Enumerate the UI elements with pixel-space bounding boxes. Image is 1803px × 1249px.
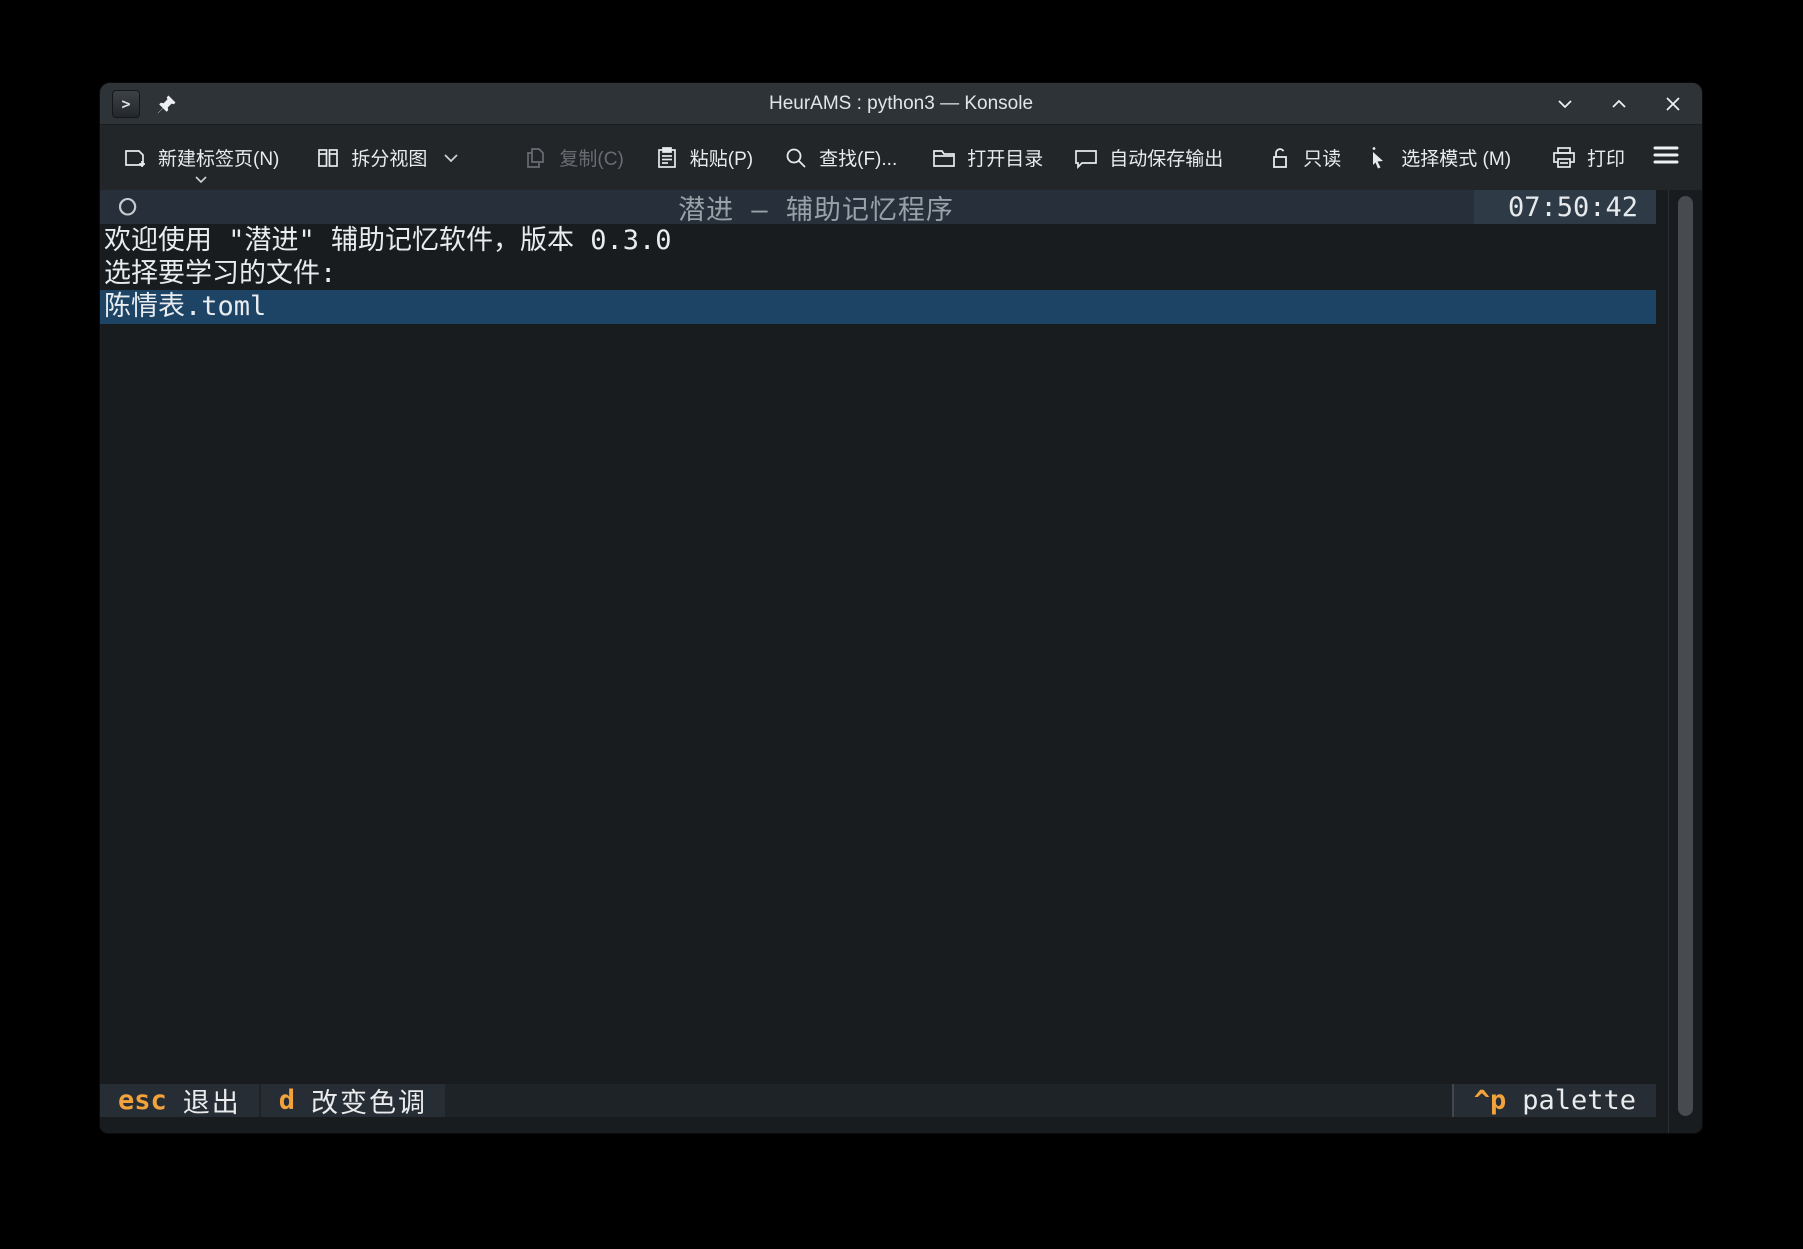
print-label: 打印: [1587, 144, 1625, 171]
keybinding-label: 退出: [183, 1081, 241, 1120]
keybinding-label: palette: [1522, 1085, 1636, 1116]
window-controls: [1554, 93, 1684, 115]
keybinding-key: esc: [118, 1085, 167, 1116]
copy-button: 复制(C): [523, 144, 623, 171]
search-icon: [783, 145, 809, 171]
terminal-output: 欢迎使用 "潜进" 辅助记忆软件，版本 0.3.0 选择要学习的文件: 陈情表.…: [100, 224, 1656, 324]
chevron-down-icon[interactable]: [194, 175, 208, 184]
print-button[interactable]: 打印: [1551, 144, 1625, 171]
paste-button[interactable]: 粘贴(P): [654, 144, 753, 171]
maximize-button[interactable]: [1608, 93, 1630, 115]
file-option-selected[interactable]: 陈情表.toml: [100, 290, 1656, 324]
window-title: HeurAMS : python3 — Konsole: [100, 93, 1702, 115]
tui-footer: esc 退出 d 改变色调 ^p palette: [100, 1084, 1656, 1117]
select-mode-button[interactable]: 选择模式 (M): [1365, 144, 1511, 171]
read-only-label: 只读: [1303, 144, 1341, 171]
keybinding-d-theme[interactable]: d 改变色调: [261, 1084, 445, 1117]
keybinding-esc-quit[interactable]: esc 退出: [100, 1084, 259, 1117]
folder-icon: [931, 145, 957, 171]
printer-icon: [1551, 145, 1577, 171]
titlebar: > HeurAMS : python3 — Konsole: [100, 83, 1702, 124]
split-view-button[interactable]: 拆分视图: [315, 144, 459, 171]
chevron-down-icon[interactable]: [443, 153, 459, 163]
split-view-icon: [315, 145, 341, 171]
find-label: 查找(F)...: [819, 144, 897, 171]
minimize-button[interactable]: [1554, 93, 1576, 115]
toolbar: 新建标签页(N) 拆分视图: [100, 124, 1702, 190]
paste-icon: [654, 145, 680, 171]
new-tab-button[interactable]: 新建标签页(N): [122, 144, 279, 171]
output-bubble-icon: [1073, 145, 1099, 171]
keybinding-palette[interactable]: ^p palette: [1452, 1084, 1656, 1117]
new-tab-label: 新建标签页(N): [158, 144, 279, 171]
close-button[interactable]: [1662, 93, 1684, 115]
tui-header: ⭘ 潜进 – 辅助记忆程序 07:50:42: [100, 190, 1656, 224]
copy-icon: [523, 145, 549, 171]
tui-content: ⭘ 潜进 – 辅助记忆程序 07:50:42 欢迎使用 "潜进" 辅助记忆软件，…: [100, 190, 1656, 1133]
hamburger-icon: [1652, 143, 1680, 172]
terminal-view[interactable]: ⭘ 潜进 – 辅助记忆程序 07:50:42 欢迎使用 "潜进" 辅助记忆软件，…: [100, 190, 1702, 1133]
keybinding-key: ^p: [1474, 1085, 1507, 1116]
scrollbar-thumb[interactable]: [1678, 196, 1693, 1116]
select-mode-label: 选择模式 (M): [1401, 144, 1511, 171]
terminal-line-prompt: 选择要学习的文件:: [100, 257, 1656, 290]
hamburger-menu-button[interactable]: [1652, 143, 1680, 172]
keybinding-key: d: [279, 1085, 295, 1116]
open-directory-button[interactable]: 打开目录: [931, 144, 1043, 171]
scrollbar-track-divider: [1668, 190, 1669, 1133]
split-view-label: 拆分视图: [351, 144, 427, 171]
konsole-app-icon[interactable]: >: [112, 90, 140, 118]
tui-header-clock: 07:50:42: [1474, 190, 1656, 224]
select-cursor-icon: [1365, 145, 1391, 171]
pin-icon[interactable]: [156, 93, 178, 115]
paste-label: 粘贴(P): [690, 144, 753, 171]
terminal-line-welcome: 欢迎使用 "潜进" 辅助记忆软件，版本 0.3.0: [100, 224, 1656, 257]
open-directory-label: 打开目录: [967, 144, 1043, 171]
lock-open-icon: [1267, 145, 1293, 171]
read-only-button[interactable]: 只读: [1267, 144, 1341, 171]
keybinding-label: 改变色调: [311, 1081, 427, 1120]
autosave-output-label: 自动保存输出: [1109, 144, 1223, 171]
find-button[interactable]: 查找(F)...: [783, 144, 897, 171]
tui-header-circle-icon[interactable]: ⭘: [100, 193, 158, 221]
new-tab-icon: [122, 145, 148, 171]
autosave-output-button[interactable]: 自动保存输出: [1073, 144, 1223, 171]
copy-label: 复制(C): [559, 144, 623, 171]
tui-header-title: 潜进 – 辅助记忆程序: [158, 190, 1474, 227]
konsole-window: > HeurAMS : python3 — Konsole: [100, 83, 1702, 1133]
